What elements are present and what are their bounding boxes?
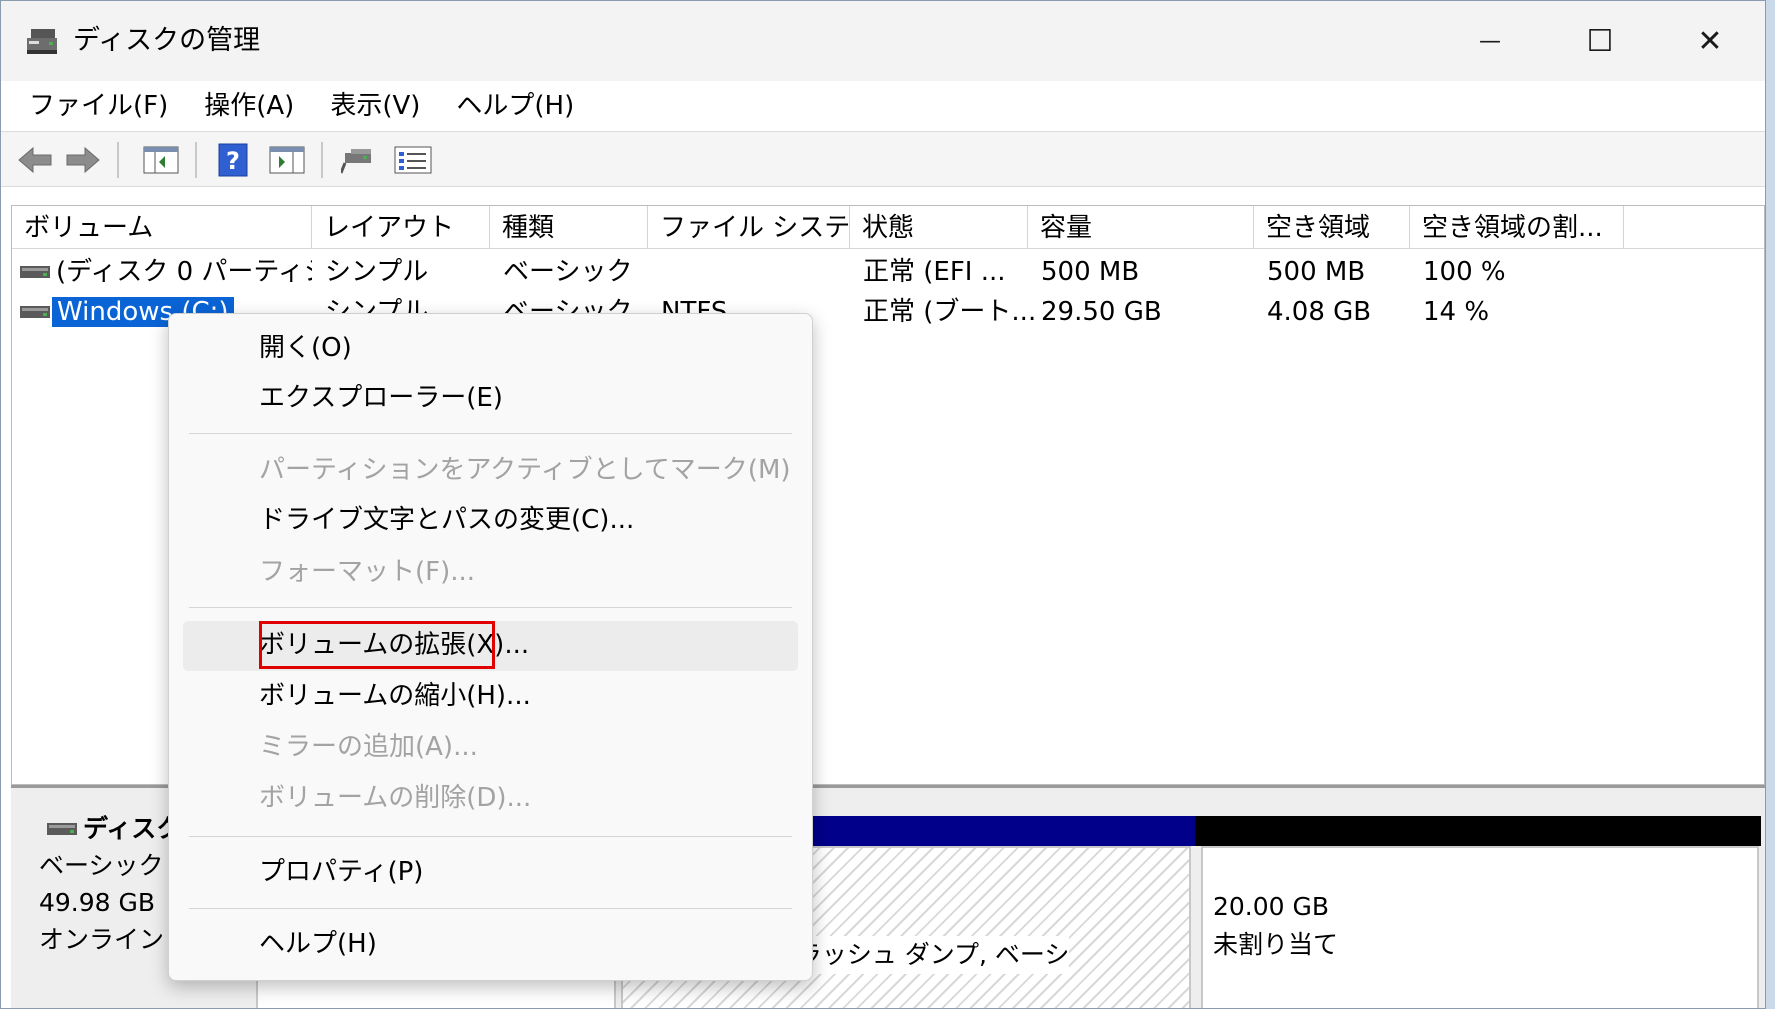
- menu-item-properties[interactable]: プロパティ(P): [259, 852, 423, 892]
- cell-free-space: 500 MB: [1267, 257, 1366, 287]
- forward-button[interactable]: [63, 142, 103, 178]
- menu-view[interactable]: 表示(V): [312, 81, 438, 131]
- menu-file[interactable]: ファイル(F): [11, 81, 186, 131]
- toolbar: ?: [1, 131, 1765, 187]
- menu-action[interactable]: 操作(A): [186, 81, 312, 131]
- column-header-status[interactable]: 状態: [850, 206, 1028, 248]
- title-bar: ディスクの管理 — ☐ ✕: [1, 1, 1765, 81]
- column-header-filesystem[interactable]: ファイル システム: [648, 206, 850, 248]
- disk-icon: [47, 822, 77, 835]
- maximize-button[interactable]: ☐: [1545, 1, 1655, 81]
- column-header-free-percent[interactable]: 空き領域の割...: [1410, 206, 1624, 248]
- disk-management-app-icon: [27, 29, 57, 54]
- svg-text:?: ?: [226, 147, 240, 175]
- column-header-capacity[interactable]: 容量: [1028, 206, 1254, 248]
- cell-free-space: 4.08 GB: [1267, 297, 1372, 327]
- context-menu: 開く(O) エクスプローラー(E) パーティションをアクティブとしてマーク(M)…: [168, 313, 813, 981]
- highlight-box: [259, 621, 495, 669]
- back-arrow-icon: [18, 146, 52, 174]
- properties-list-icon: [394, 146, 432, 174]
- cell-status: 正常 (ブート...: [863, 297, 1037, 327]
- menu-separator: [189, 433, 792, 434]
- unallocated-label: 未割り当て: [1213, 930, 1339, 959]
- menu-item-add-mirror: ミラーの追加(A)...: [259, 732, 478, 762]
- menu-item-explorer[interactable]: エクスプローラー(E): [259, 378, 503, 418]
- disk-management-window: ディスクの管理 — ☐ ✕ ファイル(F) 操作(A) 表示(V) ヘルプ(H): [0, 0, 1766, 1009]
- menu-item-format: フォーマット(F)...: [259, 557, 476, 587]
- close-icon: ✕: [1697, 23, 1723, 59]
- back-button[interactable]: [15, 142, 55, 178]
- menu-help[interactable]: ヘルプ(H): [438, 81, 592, 131]
- drive-icon: [20, 306, 50, 318]
- drive-icon: [20, 266, 50, 278]
- menu-separator: [189, 908, 792, 909]
- cell-status: 正常 (EFI ...: [863, 257, 1006, 287]
- help-button[interactable]: ?: [213, 142, 253, 178]
- menu-bar: ファイル(F) 操作(A) 表示(V) ヘルプ(H): [1, 81, 1765, 131]
- action-pane-icon: [269, 146, 305, 174]
- volume-row[interactable]: (ディスク 0 パーティショ... シンプル ベーシック 正常 (EFI ...…: [12, 252, 1764, 292]
- toolbar-separator: [117, 142, 119, 178]
- unallocated-bar: [1195, 816, 1761, 846]
- menu-item-open[interactable]: 開く(O): [259, 328, 352, 368]
- toolbar-separator: [195, 142, 197, 178]
- properties-button[interactable]: [393, 142, 433, 178]
- menu-item-mark-active: パーティションをアクティブとしてマーク(M): [259, 455, 791, 485]
- menu-item-shrink-volume[interactable]: ボリュームの縮小(H)...: [259, 676, 531, 716]
- cell-layout: シンプル: [325, 257, 429, 287]
- maximize-icon: ☐: [1586, 23, 1614, 59]
- cell-volume: (ディスク 0 パーティショ...: [56, 257, 312, 287]
- column-header-layout[interactable]: レイアウト: [312, 206, 490, 248]
- cell-free-percent: 14 %: [1423, 297, 1490, 327]
- unallocated-box[interactable]: 20.00 GB 未割り当て: [1201, 846, 1759, 1008]
- console-tree-icon: [143, 146, 179, 174]
- close-button[interactable]: ✕: [1655, 1, 1765, 81]
- cell-type: ベーシック: [503, 257, 633, 287]
- menu-item-change-drive-letter[interactable]: ドライブ文字とパスの変更(C)...: [259, 500, 634, 540]
- forward-arrow-icon: [66, 146, 100, 174]
- column-header-volume[interactable]: ボリューム: [12, 206, 312, 248]
- action-pane-button[interactable]: [267, 142, 307, 178]
- connect-icon: [341, 149, 371, 174]
- minimize-icon: —: [1479, 28, 1501, 54]
- cell-free-percent: 100 %: [1423, 257, 1506, 287]
- window-title: ディスクの管理: [73, 25, 261, 56]
- help-icon: ?: [218, 143, 248, 177]
- cell-capacity: 29.50 GB: [1041, 297, 1162, 327]
- volume-list-header: ボリューム レイアウト 種類 ファイル システム 状態 容量 空き領域 空き領域…: [12, 206, 1764, 249]
- cell-capacity: 500 MB: [1041, 257, 1140, 287]
- minimize-button[interactable]: —: [1435, 1, 1545, 81]
- menu-separator: [189, 607, 792, 608]
- connect-button[interactable]: [339, 142, 379, 178]
- unallocated-size: 20.00 GB: [1213, 892, 1330, 921]
- column-header-free-space[interactable]: 空き領域: [1254, 206, 1410, 248]
- column-header-type[interactable]: 種類: [490, 206, 648, 248]
- menu-item-help[interactable]: ヘルプ(H): [259, 924, 377, 964]
- menu-item-delete-volume: ボリュームの削除(D)...: [259, 783, 532, 813]
- menu-separator: [189, 836, 792, 837]
- console-tree-button[interactable]: [141, 142, 181, 178]
- toolbar-separator: [321, 142, 323, 178]
